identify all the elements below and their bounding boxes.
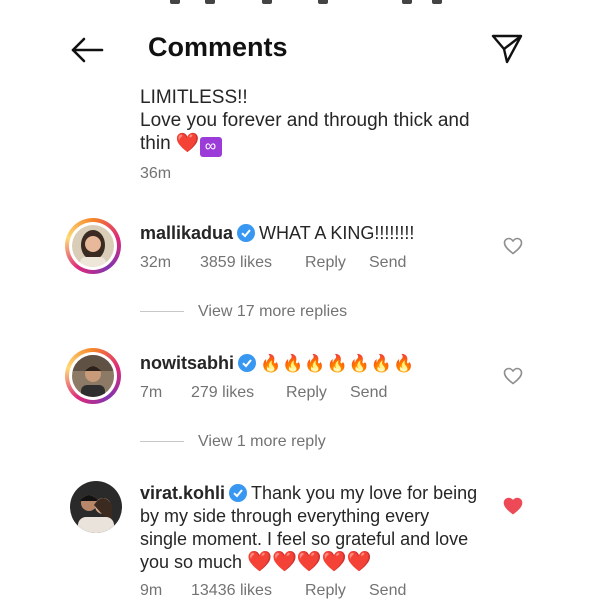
status-icon <box>432 0 442 4</box>
caption-time: 36m <box>140 165 172 182</box>
comment-text: WHAT A KING!!!!!!!! <box>259 223 415 243</box>
view-replies-button[interactable]: View 1 more reply <box>140 433 326 451</box>
status-icon <box>262 0 272 4</box>
status-icon <box>170 0 180 4</box>
username-link[interactable]: virat.kohli <box>140 483 225 503</box>
comment-header: nowitsabhi 🔥🔥🔥🔥🔥🔥🔥 <box>140 352 415 375</box>
comment-time: 32m <box>140 254 172 271</box>
direct-message-icon[interactable] <box>490 32 524 66</box>
status-icon <box>318 0 328 4</box>
status-bar <box>0 0 600 8</box>
send-button[interactable]: Send <box>369 254 406 272</box>
status-icon <box>205 0 215 4</box>
comment-time: 7m <box>140 384 163 401</box>
avatar-photo <box>72 355 114 397</box>
view-replies-label: View 17 more replies <box>198 303 348 320</box>
heart-outline-icon[interactable] <box>503 237 523 255</box>
verified-badge-icon <box>229 484 248 502</box>
reply-button[interactable]: Reply <box>305 582 346 600</box>
caption-text: LIMITLESS!! Love you forever and through… <box>140 86 500 157</box>
reply-button[interactable]: Reply <box>305 254 346 272</box>
infinity-emoji: ∞ <box>199 137 222 157</box>
heart-filled-icon[interactable] <box>503 497 523 515</box>
page-title: Comments <box>148 32 288 62</box>
username-link[interactable]: mallikadua <box>140 223 233 243</box>
view-replies-label: View 1 more reply <box>198 433 326 450</box>
avatar-nowitsabhi[interactable] <box>65 348 121 404</box>
likes-count[interactable]: 279 likes <box>191 384 254 402</box>
avatar-photo <box>70 481 122 533</box>
caption-line: LIMITLESS!! <box>140 87 248 108</box>
avatar-mallikadua[interactable] <box>65 218 121 274</box>
avatar-photo <box>72 225 114 267</box>
likes-count[interactable]: 3859 likes <box>200 254 272 272</box>
verified-badge-icon <box>238 354 256 372</box>
back-arrow-icon[interactable] <box>70 36 104 64</box>
avatar-virat-kohli[interactable] <box>70 481 122 533</box>
username-link[interactable]: nowitsabhi <box>140 353 234 373</box>
heart-emoji: ❤️ <box>175 133 200 154</box>
comment-body: virat.kohli Thank you my love for being b… <box>140 482 480 574</box>
comment-text: 🔥🔥🔥🔥🔥🔥🔥 <box>260 354 416 373</box>
send-button[interactable]: Send <box>369 582 406 600</box>
likes-count[interactable]: 13436 likes <box>191 582 272 600</box>
verified-badge-icon <box>237 224 256 242</box>
heart-emojis: ❤️❤️❤️❤️❤️ <box>247 551 372 573</box>
view-replies-button[interactable]: View 17 more replies <box>140 303 347 321</box>
reply-button[interactable]: Reply <box>286 384 327 402</box>
status-icon <box>402 0 412 4</box>
comment-meta: 32m <box>140 254 171 272</box>
comment-time: 9m <box>140 582 163 599</box>
send-button[interactable]: Send <box>350 384 387 402</box>
comments-header: Comments <box>0 28 600 72</box>
comment-header: mallikadua WHAT A KING!!!!!!!! <box>140 222 414 244</box>
heart-outline-icon[interactable] <box>503 367 523 385</box>
caption-line: Love you forever and through thick and t… <box>140 109 500 157</box>
